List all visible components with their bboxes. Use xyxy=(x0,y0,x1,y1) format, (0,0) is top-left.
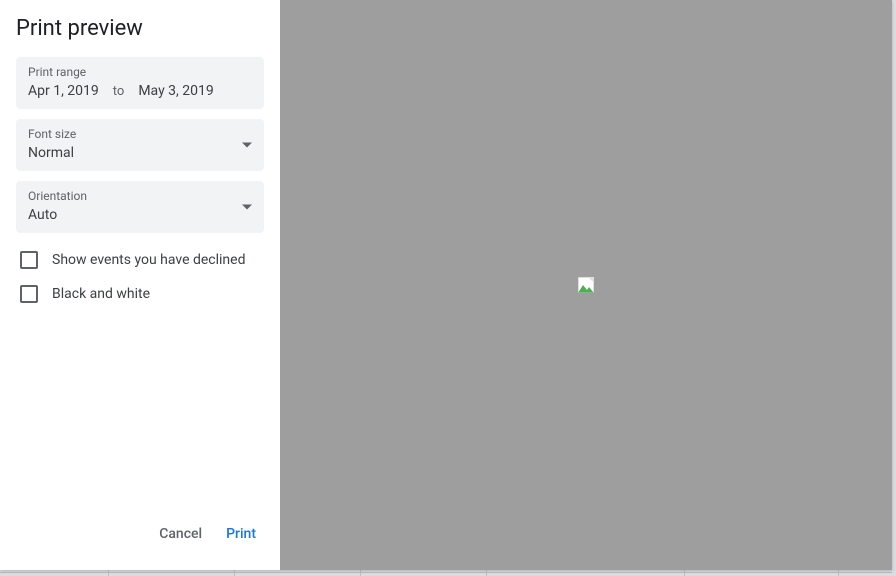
broken-image-icon xyxy=(578,277,594,293)
orientation-select[interactable]: Orientation Auto xyxy=(16,181,264,233)
chevron-down-icon xyxy=(242,205,252,210)
print-settings-panel: Print preview Print range Apr 1, 2019 to… xyxy=(0,0,280,570)
background-gridline xyxy=(360,570,361,576)
orientation-label: Orientation xyxy=(28,189,252,203)
background-gridline xyxy=(486,570,487,576)
cancel-button[interactable]: Cancel xyxy=(159,526,202,542)
chevron-down-icon xyxy=(242,143,252,148)
checkbox-icon xyxy=(20,285,38,303)
print-range-label: Print range xyxy=(28,65,252,79)
preview-canvas xyxy=(280,0,892,570)
background-gridline xyxy=(234,570,235,576)
black-and-white-label: Black and white xyxy=(52,286,150,302)
print-range-value: Apr 1, 2019 to May 3, 2019 xyxy=(28,83,252,99)
print-range-field[interactable]: Print range Apr 1, 2019 to May 3, 2019 xyxy=(16,57,264,109)
font-size-label: Font size xyxy=(28,127,252,141)
background-gridline xyxy=(684,570,685,576)
orientation-value: Auto xyxy=(28,207,252,223)
range-start-date[interactable]: Apr 1, 2019 xyxy=(28,83,99,99)
background-gridline xyxy=(108,570,109,576)
dialog-actions: Cancel Print xyxy=(16,518,264,554)
range-end-date[interactable]: May 3, 2019 xyxy=(138,83,213,99)
background-divider xyxy=(0,572,892,573)
show-declined-checkbox[interactable]: Show events you have declined xyxy=(16,243,264,277)
show-declined-label: Show events you have declined xyxy=(52,252,245,268)
font-size-value: Normal xyxy=(28,145,252,161)
black-and-white-checkbox[interactable]: Black and white xyxy=(16,277,264,311)
range-to-label: to xyxy=(113,84,125,99)
checkbox-icon xyxy=(20,251,38,269)
dialog-title: Print preview xyxy=(16,16,264,41)
font-size-select[interactable]: Font size Normal xyxy=(16,119,264,171)
print-preview-dialog: Print preview Print range Apr 1, 2019 to… xyxy=(0,0,892,570)
print-button[interactable]: Print xyxy=(226,526,256,542)
background-gridline xyxy=(838,570,839,576)
